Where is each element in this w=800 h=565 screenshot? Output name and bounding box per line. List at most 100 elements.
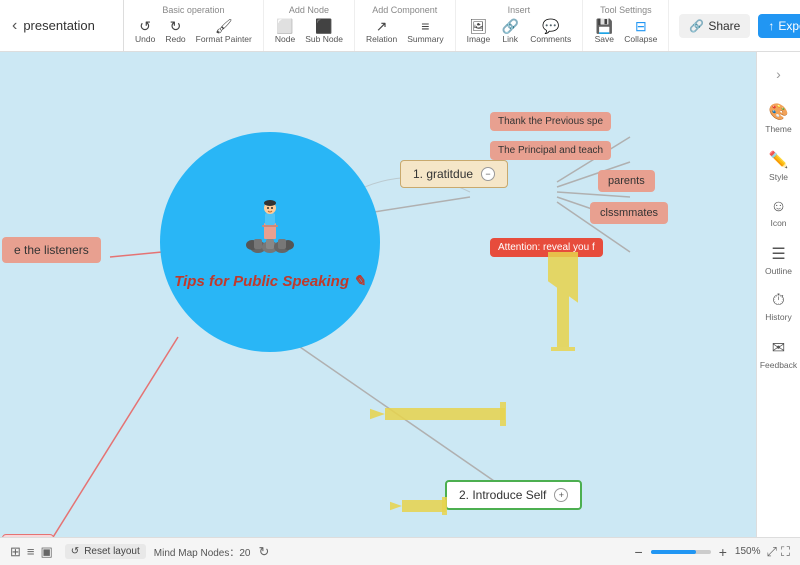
sidebar-item-outline[interactable]: ☰ Outline [759, 238, 799, 282]
toolbar-right: 🔗 Share ↑ Export [669, 0, 800, 51]
group-add-component-label: Add Component [372, 5, 437, 15]
node-thank-prev-label: Thank the Previous spe [498, 116, 603, 127]
zoom-minus-button[interactable]: − [633, 544, 645, 560]
share-button[interactable]: 🔗 Share [679, 14, 750, 38]
node-attention-label: Attention: reveal you f [498, 242, 595, 253]
outline-icon: ☰ [771, 244, 785, 264]
fullscreen-icons: ⤢ ⛶ [766, 544, 790, 560]
node-classmates[interactable]: clssmmates [590, 202, 668, 224]
grid-icon[interactable]: ⊞ [10, 544, 21, 560]
node-attention[interactable]: Attention: reveal you f [490, 238, 603, 257]
format-painter-button[interactable]: 🖌 Format Painter [193, 17, 255, 46]
relation-label: Relation [366, 34, 397, 44]
node-listeners-label: e the listeners [14, 243, 89, 257]
list-icon[interactable]: ≡ [27, 544, 35, 560]
undo-button[interactable]: ↺ Undo [132, 17, 158, 46]
introduce-collapse-button[interactable]: + [554, 488, 568, 502]
group-add-node-label: Add Node [289, 5, 329, 15]
connections-svg [0, 52, 756, 537]
link-button[interactable]: 🔗 Link [497, 17, 523, 46]
arrow-introduce-left [390, 492, 450, 520]
export-button[interactable]: ↑ Export [758, 14, 800, 38]
mind-map-canvas[interactable]: Tips for Public Speaking ✎ e the listene… [0, 52, 756, 537]
outline-label: Outline [765, 266, 792, 276]
collapse-label: Collapse [624, 34, 657, 44]
central-title: Tips for Public Speaking ✎ [174, 272, 366, 290]
reset-icon: ↺ [71, 546, 79, 557]
doc-title: presentation [23, 18, 95, 33]
central-node[interactable]: Tips for Public Speaking ✎ [160, 132, 380, 352]
arrow-up-yellow [548, 252, 578, 352]
sub-node-button[interactable]: ⬛ Sub Node [302, 17, 346, 46]
summary-button[interactable]: ≡ Summary [404, 17, 446, 46]
panel-icon[interactable]: ▣ [41, 544, 53, 560]
image-button[interactable]: 🖼 Image [464, 17, 494, 46]
screen2-icon[interactable]: ⛶ [781, 544, 790, 560]
group-add-node: Add Node ⬜ Node ⬛ Sub Node [264, 0, 355, 51]
image-icon: 🖼 [470, 19, 488, 33]
style-label: Style [769, 172, 788, 182]
sidebar-item-history[interactable]: ⏱ History [759, 286, 799, 328]
redo-button[interactable]: ↻ Redo [162, 17, 188, 46]
node-parents[interactable]: parents [598, 170, 655, 192]
zoom-percentage: 150% [735, 546, 761, 557]
node-icon: ⬜ [276, 19, 293, 33]
group-basic-label: Basic operation [162, 5, 224, 15]
node-parents-label: parents [608, 175, 645, 187]
comments-icon: 💬 [542, 19, 559, 33]
node-button[interactable]: ⬜ Node [272, 17, 298, 46]
feedback-icon: ✉ [772, 338, 785, 358]
style-icon: ✏️ [769, 150, 789, 170]
node-principal-label: The Principal and teach [498, 145, 603, 156]
status-mid: ↺ Reset layout Mind Map Nodes：20 ↻ [65, 544, 621, 560]
node-thank-prev[interactable]: Thank the Previous spe [490, 112, 611, 131]
image-label: Image [467, 34, 491, 44]
main-area: Tips for Public Speaking ✎ e the listene… [0, 52, 800, 537]
node-principal[interactable]: The Principal and teach [490, 141, 611, 160]
collapse-icon: ⊟ [635, 19, 647, 33]
node-gratitude-label: 1. gratitdue [413, 167, 473, 181]
export-label: Export [778, 19, 800, 33]
sidebar-item-feedback[interactable]: ✉ Feedback [759, 332, 799, 376]
back-button[interactable]: ‹ [12, 17, 17, 35]
fullscreen-icon[interactable]: ⤢ [766, 544, 776, 560]
node-classmates-label: clssmmates [600, 207, 658, 219]
relation-button[interactable]: ↗ Relation [363, 17, 400, 46]
sidebar-item-style[interactable]: ✏️ Style [759, 144, 799, 188]
theme-label: Theme [765, 124, 791, 134]
icon-icon: ☺ [770, 198, 786, 216]
reset-label: Reset layout [84, 546, 140, 557]
sub-node-icon: ⬛ [315, 19, 332, 33]
reset-layout-button[interactable]: ↺ Reset layout [65, 544, 146, 559]
history-icon: ⏱ [772, 292, 784, 310]
redo-icon: ↻ [170, 19, 182, 33]
group-insert-label: Insert [508, 5, 531, 15]
status-icons: ⊞ ≡ ▣ [10, 544, 53, 560]
node-introduce-label: 2. Introduce Self [459, 488, 546, 502]
zoom-plus-button[interactable]: + [717, 544, 729, 560]
history-label: History [765, 312, 791, 322]
sidebar-item-icon[interactable]: ☺ Icon [759, 192, 799, 234]
nodes-info: Mind Map Nodes：20 [154, 544, 251, 559]
comments-label: Comments [530, 34, 571, 44]
save-icon: 💾 [596, 19, 613, 33]
collapse-button[interactable]: ⊟ Collapse [621, 17, 660, 46]
sidebar-item-theme[interactable]: 🎨 Theme [759, 96, 799, 140]
refresh-icon[interactable]: ↻ [259, 544, 270, 560]
node-label: Node [275, 34, 295, 44]
node-gratitude[interactable]: 1. gratitdue − [400, 160, 508, 188]
central-icon [238, 195, 302, 268]
zoom-slider[interactable] [651, 550, 711, 554]
node-ation[interactable]: ation [2, 534, 54, 537]
comments-button[interactable]: 💬 Comments [527, 17, 574, 46]
node-listeners[interactable]: e the listeners [2, 237, 101, 263]
gratitude-collapse-button[interactable]: − [481, 167, 495, 181]
sub-node-label: Sub Node [305, 34, 343, 44]
save-button[interactable]: 💾 Save [591, 17, 617, 46]
format-painter-label: Format Painter [196, 34, 252, 44]
save-label: Save [595, 34, 614, 44]
sidebar-collapse-handle[interactable]: › [759, 60, 799, 88]
toolbar: ‹ presentation Basic operation ↺ Undo ↻ … [0, 0, 800, 52]
node-introduce[interactable]: 2. Introduce Self + [445, 480, 582, 510]
group-tool-settings: Tool Settings 💾 Save ⊟ Collapse [583, 0, 669, 51]
